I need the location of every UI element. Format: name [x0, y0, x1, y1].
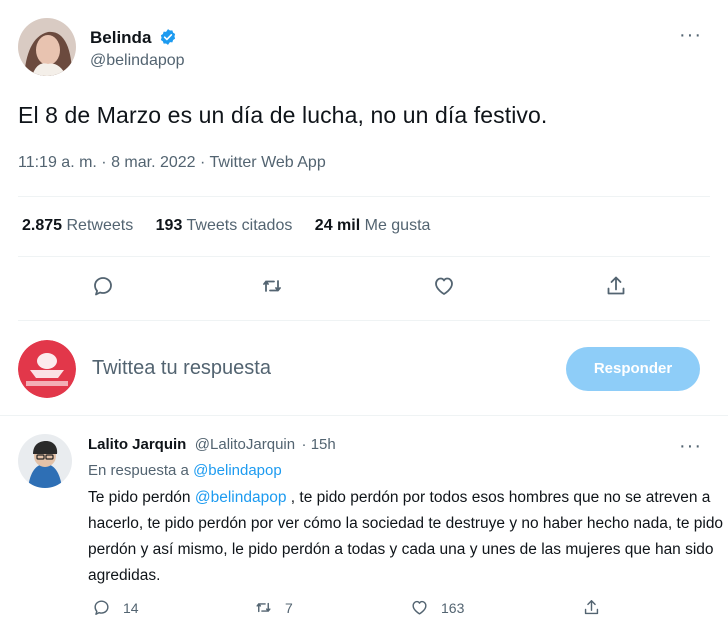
share-icon	[584, 600, 599, 615]
retweet-icon[interactable]	[260, 274, 284, 298]
tweet-stats: 2.875 Retweets 193 Tweets citados 24 mil…	[22, 217, 430, 235]
quotes-label: Tweets citados	[186, 217, 293, 234]
reply-like-action[interactable]: 163	[410, 598, 464, 617]
reply-text-start: Te pido perdón	[88, 489, 191, 506]
in-reply-to-handle[interactable]: @belindapop	[193, 462, 282, 479]
quotes-count: 193	[155, 217, 183, 234]
reply-reply-action[interactable]: 14	[92, 598, 139, 617]
reply-header: Lalito Jarquin @LalitoJarquin · 15h	[88, 436, 336, 454]
in-reply-to-label: En respuesta a	[88, 462, 189, 479]
reply-author-avatar[interactable]	[18, 434, 72, 488]
reply-more-options-icon[interactable]: ···	[679, 436, 702, 456]
more-options-icon[interactable]: ···	[679, 25, 702, 45]
section-separator	[0, 415, 728, 416]
retweets-label: Retweets	[66, 217, 134, 234]
reply-author-name[interactable]: Lalito Jarquin	[88, 436, 186, 453]
likes-stat[interactable]: 24 mil Me gusta	[315, 217, 431, 234]
like-icon[interactable]	[432, 274, 456, 298]
in-reply-to: En respuesta a @belindapop	[88, 462, 282, 479]
reply-share-action[interactable]	[582, 598, 601, 617]
reply-reply-count: 14	[123, 599, 139, 616]
reply-author-handle[interactable]: @LalitoJarquin	[195, 436, 295, 453]
tweet-text: El 8 de Marzo es un día de lucha, no un …	[18, 102, 548, 128]
likes-count: 24 mil	[314, 217, 361, 234]
likes-label: Me gusta	[364, 217, 431, 234]
reply-icon	[94, 600, 109, 615]
reply-retweet-action[interactable]: 7	[254, 598, 293, 617]
retweet-icon	[256, 602, 271, 613]
reply-icon[interactable]	[91, 274, 115, 298]
verified-badge-icon	[159, 28, 177, 46]
reply-retweet-count: 7	[285, 599, 293, 616]
reply-compose-input[interactable]: Twittea tu respuesta	[92, 357, 271, 380]
quotes-stat[interactable]: 193 Tweets citados	[156, 217, 297, 234]
reply-button[interactable]: Responder	[566, 347, 700, 391]
author-handle[interactable]: @belindapop	[90, 52, 185, 70]
author-name-text[interactable]: Belinda	[90, 28, 151, 47]
retweets-count: 2.875	[22, 217, 63, 234]
divider	[18, 196, 710, 197]
author-avatar[interactable]	[18, 18, 76, 76]
like-icon	[412, 600, 427, 615]
reply-like-count: 163	[441, 599, 465, 616]
reply-mention[interactable]: @belindapop	[195, 489, 287, 506]
author-name[interactable]: Belinda	[90, 28, 177, 48]
tweet-timestamp[interactable]: 11:19 a. m. · 8 mar. 2022 · Twitter Web …	[18, 154, 326, 172]
reply-time[interactable]: · 15h	[302, 436, 336, 453]
share-icon[interactable]	[604, 274, 628, 298]
retweets-stat[interactable]: 2.875 Retweets	[22, 217, 138, 234]
divider	[18, 256, 710, 257]
divider	[18, 320, 710, 321]
reply-text: Te pido perdón @belindapop , te pido per…	[88, 485, 728, 589]
current-user-avatar[interactable]	[18, 340, 76, 398]
